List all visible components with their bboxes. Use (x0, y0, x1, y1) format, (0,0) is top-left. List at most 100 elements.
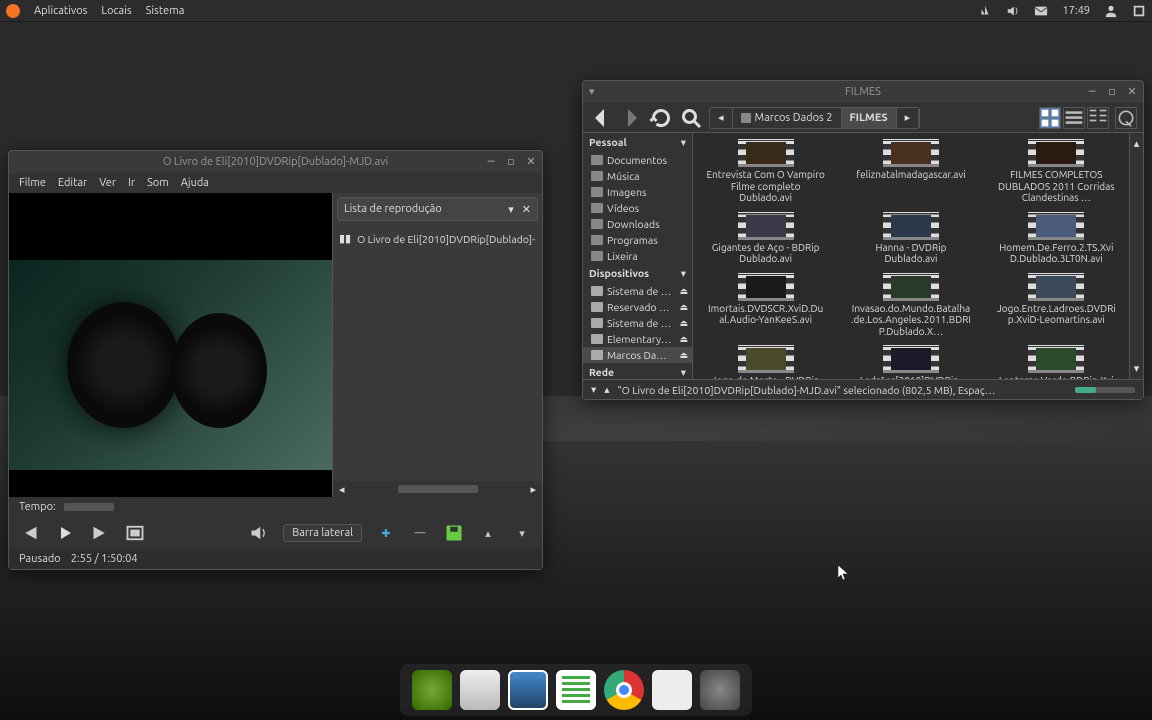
fm-scrollbar[interactable]: ▴ ▾ (1129, 133, 1143, 379)
playlist-dropdown[interactable]: Lista de reprodução ▾ ✕ (337, 197, 538, 221)
close-button[interactable]: ✕ (524, 154, 538, 168)
sidebar-item[interactable]: Imagens (583, 184, 692, 200)
minimize-button[interactable]: ─ (1085, 84, 1099, 98)
playlist-save-button[interactable] (444, 523, 464, 543)
sidebar-section-rede[interactable]: Rede▾ (583, 363, 692, 379)
file-item[interactable]: Jogo de Morte - DVDRip Dublado - www (697, 343, 834, 379)
panel-menu-sistema[interactable]: Sistema (146, 5, 185, 17)
minimize-button[interactable]: ─ (484, 154, 498, 168)
ubuntu-logo-icon[interactable] (6, 4, 20, 18)
sidebar-item[interactable]: Programas (583, 232, 692, 248)
file-item[interactable]: Homem.De.Ferro.2.TS.XviD.Dublado.3LT0N.a… (988, 210, 1125, 267)
view-compact-button[interactable] (1087, 107, 1109, 129)
playlist-down-button[interactable]: ▾ (512, 523, 532, 543)
time-slider[interactable] (64, 503, 114, 511)
scroll-up-icon[interactable]: ▴ (1134, 137, 1140, 150)
playlist-scrollbar[interactable]: ◂ ▸ (333, 481, 542, 497)
file-item[interactable]: Invasao.do.Mundo.Batalha.de.Los.Angeles.… (842, 271, 979, 340)
sidebar-item[interactable]: Lixeira (583, 248, 692, 264)
prev-button[interactable] (19, 523, 39, 543)
shutdown-icon[interactable] (1132, 4, 1146, 18)
path-back-icon[interactable]: ◂ (710, 108, 733, 128)
statusbar-tri-up-icon[interactable]: ▴ (604, 383, 609, 396)
playlist-item[interactable]: ▮▮ O Livro de Eli[2010]DVDRip[Dublado]-M… (339, 229, 536, 248)
sidebar-section-pessoal[interactable]: Pessoal▾ (583, 133, 692, 152)
scroll-left-icon[interactable]: ◂ (339, 483, 345, 496)
playlist-add-button[interactable]: ✚ (376, 523, 396, 543)
dock-document-icon[interactable] (652, 670, 692, 710)
next-button[interactable] (91, 523, 111, 543)
maximize-button[interactable]: ▫ (1105, 84, 1119, 98)
playlist-up-button[interactable]: ▴ (478, 523, 498, 543)
file-item[interactable]: Entrevista Com O Vampiro Filme completo … (697, 137, 834, 206)
playlist-close-button[interactable]: ✕ (522, 203, 531, 216)
reload-button[interactable] (649, 106, 673, 130)
menu-filme[interactable]: Filme (19, 177, 46, 189)
sidebar-section-dispositivos[interactable]: Dispositivos▾ (583, 264, 692, 283)
play-button[interactable] (53, 521, 77, 545)
view-settings-button[interactable] (1115, 107, 1137, 129)
dock-leaf-icon[interactable] (412, 670, 452, 710)
volume-button[interactable] (249, 523, 269, 543)
scroll-right-icon[interactable]: ▸ (530, 483, 536, 496)
sidebar-item[interactable]: Vídeos (583, 200, 692, 216)
eject-icon[interactable]: ⏏ (679, 350, 688, 361)
menu-ir[interactable]: Ir (128, 177, 135, 189)
dock-desktop-icon[interactable] (460, 670, 500, 710)
sidebar-item[interactable]: Sistema de …⏏ (583, 315, 692, 331)
player-titlebar[interactable]: O Livro de Eli[2010]DVDRip[Dublado]-MJD.… (9, 151, 542, 173)
forward-button[interactable] (619, 106, 643, 130)
panel-clock[interactable]: 17:49 (1062, 5, 1090, 17)
network-icon[interactable] (978, 4, 992, 18)
path-root[interactable]: Marcos Dados 2 (733, 108, 842, 128)
dock-chrome-icon[interactable] (604, 670, 644, 710)
menu-som[interactable]: Som (147, 177, 169, 189)
file-item[interactable]: Lanterna.Verde.BDRip.XviD Dublado (988, 343, 1125, 379)
sidebar-item[interactable]: Downloads (583, 216, 692, 232)
file-item[interactable]: Hanna - DVDRip Dublado.avi (842, 210, 979, 267)
view-icons-button[interactable] (1039, 107, 1061, 129)
fm-titlebar[interactable]: FILMES ─ ▫ ✕ ▾ (583, 81, 1143, 103)
view-list-button[interactable] (1063, 107, 1085, 129)
user-icon[interactable] (1104, 4, 1118, 18)
menu-ver[interactable]: Ver (99, 177, 116, 189)
eject-icon[interactable]: ⏏ (679, 302, 688, 313)
mail-icon[interactable] (1034, 4, 1048, 18)
file-item[interactable]: feliznatalmadagascar.avi (842, 137, 979, 206)
file-item[interactable]: Gigantes de Aço - BDRip Dublado.avi (697, 210, 834, 267)
sidebar-item[interactable]: Reservado … ⏏ (583, 299, 692, 315)
zoom-slider[interactable] (1075, 387, 1135, 393)
window-menu-icon[interactable]: ▾ (589, 85, 595, 98)
dock-settings-icon[interactable] (700, 670, 740, 710)
close-button[interactable]: ✕ (1125, 84, 1139, 98)
sidebar-item[interactable]: Sistema de arq…⏏ (583, 283, 692, 299)
volume-icon[interactable] (1006, 4, 1020, 18)
menu-ajuda[interactable]: Ajuda (181, 177, 209, 189)
dock-spreadsheet-icon[interactable] (556, 670, 596, 710)
dock-photos-icon[interactable] (508, 670, 548, 710)
playlist-remove-button[interactable]: — (410, 523, 430, 543)
menu-editar[interactable]: Editar (58, 177, 87, 189)
file-item[interactable]: Jogo.Entre.Ladroes.DVDRip.XviD-Leomartin… (988, 271, 1125, 340)
eject-icon[interactable]: ⏏ (679, 286, 688, 297)
sidebar-toggle-button[interactable]: Barra lateral (283, 524, 362, 542)
file-item[interactable]: Ladrões[2010]DVDRip-XviD[Dublado] MJD av… (842, 343, 979, 379)
panel-menu-locais[interactable]: Locais (101, 5, 131, 17)
sidebar-item[interactable]: Música (583, 168, 692, 184)
scroll-down-icon[interactable]: ▾ (1134, 362, 1140, 375)
statusbar-tri-down-icon[interactable]: ▾ (591, 383, 596, 396)
panel-menu-aplicativos[interactable]: Aplicativos (34, 5, 87, 17)
eject-icon[interactable]: ⏏ (679, 318, 688, 329)
search-button[interactable] (679, 106, 703, 130)
back-button[interactable] (589, 106, 613, 130)
fm-content[interactable]: Entrevista Com O Vampiro Filme completo … (693, 133, 1129, 379)
path-current[interactable]: FILMES (842, 108, 897, 128)
video-area[interactable] (9, 193, 332, 497)
fullscreen-button[interactable] (125, 523, 145, 543)
maximize-button[interactable]: ▫ (504, 154, 518, 168)
eject-icon[interactable]: ⏏ (679, 334, 688, 345)
file-item[interactable]: Imortais.DVDSCR.XviD.Dual.Audio-YanKeeS.… (697, 271, 834, 340)
sidebar-item[interactable]: Marcos Da…⏏ (583, 347, 692, 363)
sidebar-item[interactable]: Elementary…⏏ (583, 331, 692, 347)
sidebar-item[interactable]: Documentos (583, 152, 692, 168)
